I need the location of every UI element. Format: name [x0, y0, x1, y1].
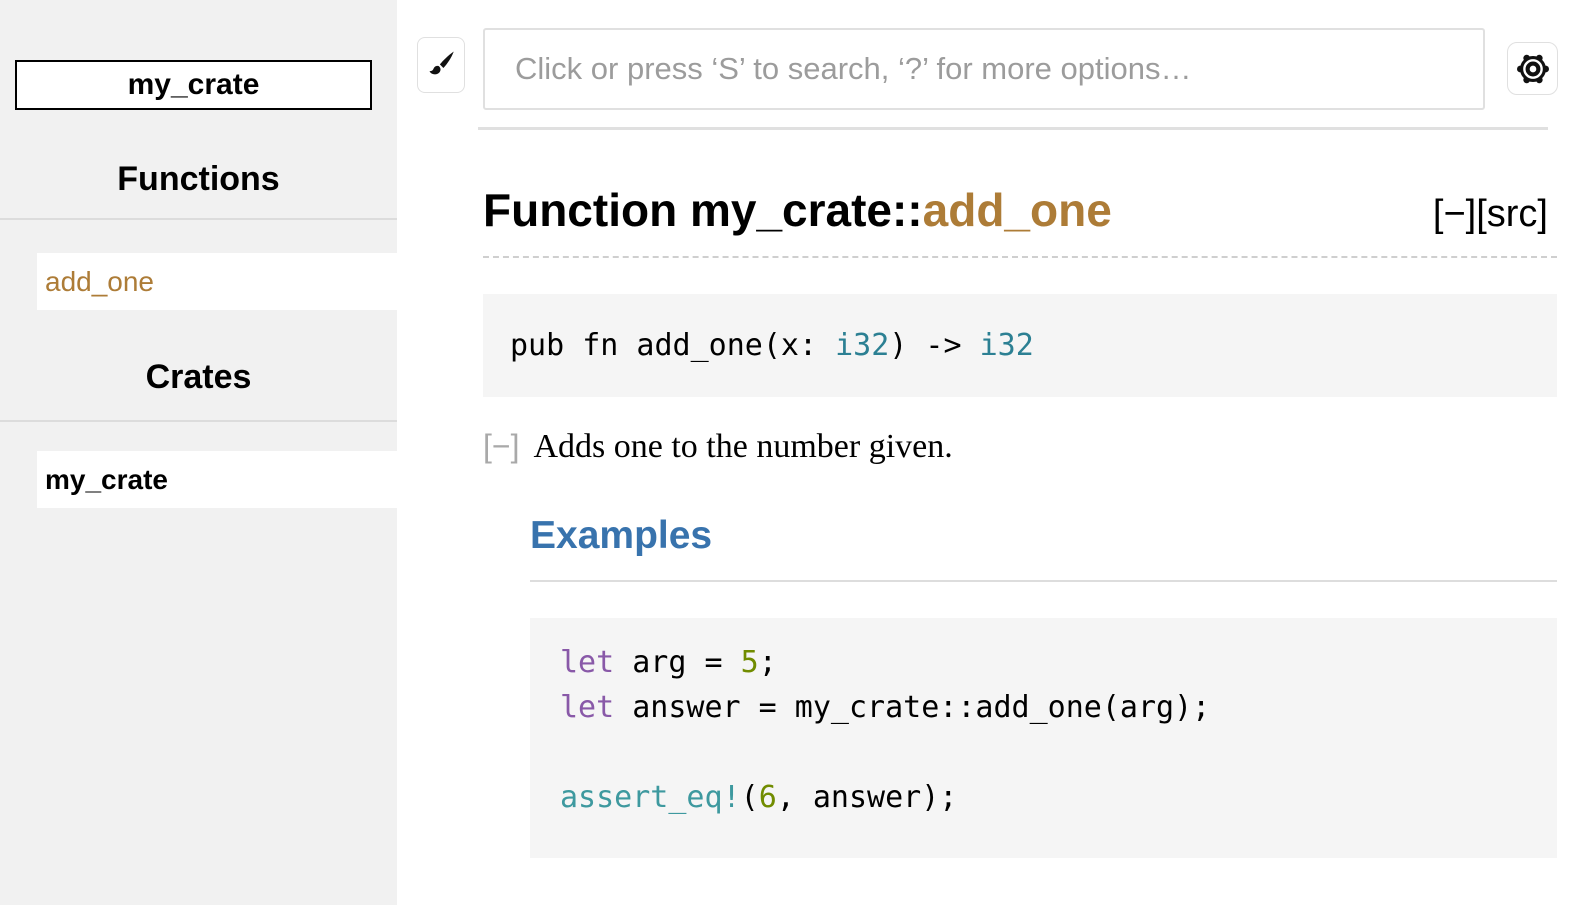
sidebar-item-my-crate[interactable]: my_crate [37, 451, 397, 508]
code-line [560, 730, 1557, 775]
sidebar-divider [0, 420, 397, 422]
sidebar-crate-title[interactable]: my_crate [15, 60, 372, 110]
doc-summary: Adds one to the number given. [533, 428, 952, 466]
function-signature: pub fn add_one(x: i32) -> i32 [483, 294, 1557, 397]
code-line: assert_eq!(6, answer); [560, 775, 1557, 820]
out-of-band-links: [−][src] [1433, 193, 1548, 236]
sidebar-heading-functions: Functions [0, 160, 397, 199]
sidebar-divider [0, 218, 397, 220]
sidebar: my_crate Functions add_one Crates my_cra… [0, 0, 397, 905]
theme-picker-button[interactable] [417, 37, 465, 93]
search-divider [478, 127, 1548, 130]
examples-heading: Examples [530, 514, 1557, 582]
settings-button[interactable] [1507, 42, 1558, 95]
src-link[interactable]: [src] [1476, 193, 1548, 235]
example-code-block: let arg = 5;let answer = my_crate::add_o… [530, 618, 1557, 858]
sidebar-item-add-one[interactable]: add_one [37, 253, 397, 310]
main-content: Function my_crate::add_one [−][src] pub … [397, 0, 1578, 911]
gear-icon [1514, 50, 1552, 88]
search-input[interactable] [483, 28, 1485, 110]
page-title-row: Function my_crate::add_one [−][src] [483, 183, 1548, 237]
page-title-fn-name: add_one [923, 184, 1112, 236]
collapse-all-toggle[interactable]: [−] [1433, 193, 1476, 235]
title-dashed-divider [483, 256, 1557, 258]
sidebar-heading-crates: Crates [0, 358, 397, 397]
paintbrush-icon [424, 46, 458, 84]
code-line: let answer = my_crate::add_one(arg); [560, 685, 1557, 730]
code-line: let arg = 5; [560, 640, 1557, 685]
doc-collapse-toggle[interactable]: [−] [483, 428, 519, 465]
page-title-path: Function my_crate:: [483, 184, 923, 236]
page-title: Function my_crate::add_one [483, 183, 1112, 237]
